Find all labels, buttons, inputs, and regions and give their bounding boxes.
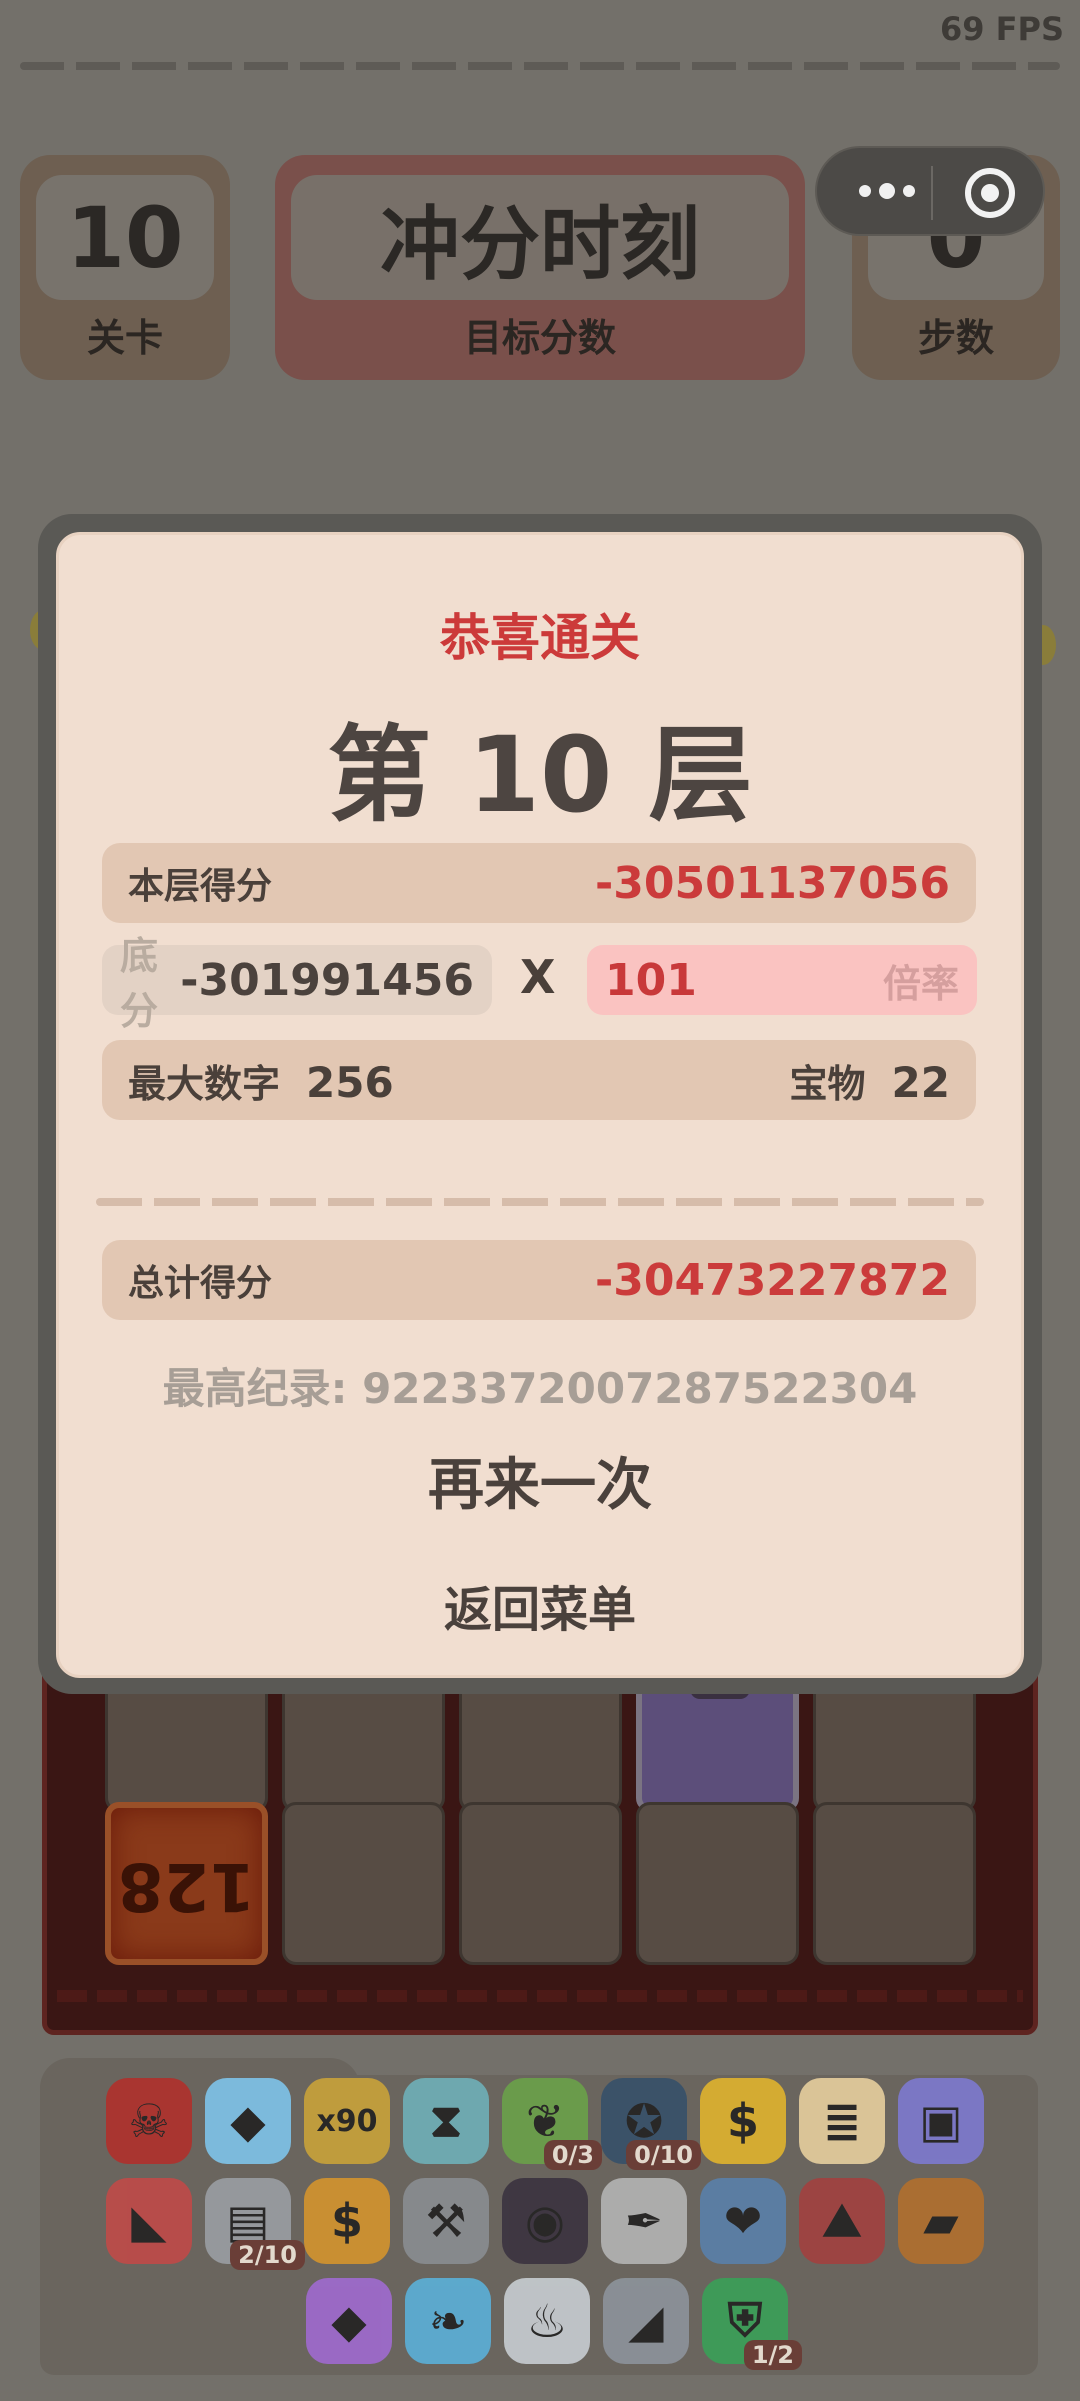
multiplier-label: 倍率 [882,961,959,1006]
max-number-group: 最大数字 256 [128,1053,394,1108]
axe-icon[interactable]: ⚒ [403,2178,489,2264]
ice-cube-icon-glyph: ◆ [230,2094,266,2148]
mountain-shield-icon[interactable]: ⛰ [799,2178,885,2264]
pen-icon[interactable]: ✒ [601,2178,687,2264]
treasure-chest-icon[interactable]: ▣ [898,2078,984,2164]
board-cell[interactable] [636,1802,799,1965]
dialog-divider [96,1198,984,1206]
miniprogram-capsule [815,146,1045,236]
target-score-label: 目标分数 [463,316,616,360]
iron-boot-icon[interactable]: ◢ [603,2278,689,2364]
level-card: 10 关卡 [20,155,230,380]
lens-icon-glyph: ◉ [524,2194,566,2248]
base-score-pill: 底分 -301991456 [102,934,492,1033]
scroll-list-icon[interactable]: ≣ [799,2078,885,2164]
coupon-icon-glyph: $ [330,2194,363,2248]
times-sign: X [520,950,556,1004]
back-to-menu-button[interactable]: 返回菜单 [56,1570,1024,1640]
treasure-chest-icon-glyph: ▣ [919,2094,963,2148]
item-count-badge: 0/3 [543,2140,602,2170]
stats-row: 最大数字 256 宝物 22 [102,1040,976,1120]
demon-skull-icon-glyph: ☠ [128,2094,170,2148]
iron-boot-icon-glyph: ◢ [628,2294,664,2348]
board-cell[interactable] [459,1802,622,1965]
green-shield-icon[interactable]: ⛨ 1/2 [702,2278,802,2370]
game-board: 128 [42,1640,1038,2035]
x90-ticket-icon[interactable]: x90 [304,2078,390,2164]
scroll-list-icon-glyph: ≣ [822,2094,862,2148]
best-record: 最高纪录: 9223372007287522304 [162,1364,918,1413]
machine-icon[interactable]: ▤ 2/10 [205,2178,305,2270]
demon-skull-icon[interactable]: ☠ [106,2078,192,2164]
candle-icon-glyph: ♨ [526,2294,568,2348]
level-heading: 第 10 层 [327,714,753,836]
gold-coin-icon[interactable]: $ [700,2078,786,2164]
target-score-value: 冲分时刻 [291,175,789,300]
mountain-shield-icon-glyph: ⛰ [822,2193,862,2247]
crystal-icon[interactable]: ◆ [306,2278,392,2364]
hourglass-icon[interactable]: ⧗ [403,2078,489,2164]
crystal-icon-glyph: ◆ [331,2294,367,2348]
multiplier-pill: 101 倍率 [587,945,977,1015]
heart-shield-icon-glyph: ❤ [723,2194,763,2248]
chest-icon-glyph: ▰ [923,2194,959,2248]
board-stripe [57,1990,1023,2002]
leaf-icon[interactable]: ❦ 0/3 [502,2078,602,2170]
board-cell[interactable] [813,1802,976,1965]
total-score-label: 总计得分 [128,1263,273,1304]
base-score-label: 底分 [120,934,159,1033]
coupon-icon[interactable]: $ [304,2178,390,2264]
x90-ticket-icon-glyph: x90 [316,2103,378,2139]
treasure-label: 宝物 [789,1061,866,1106]
tile-value: 128 [117,1848,256,1925]
feather-icon-glyph: ❧ [428,2294,468,2348]
multiplier-value: 101 [605,954,697,1006]
item-count-badge: 0/10 [626,2140,701,2170]
fire-tile[interactable]: 128 [105,1802,268,1965]
play-again-button[interactable]: 再来一次 [56,1440,1024,1521]
chest-icon[interactable]: ▰ [898,2178,984,2264]
boot-icon-glyph: ◣ [131,2194,167,2248]
clear-title: 恭喜通关 [440,609,640,667]
target-score-card: 冲分时刻 目标分数 [275,155,805,380]
close-miniprogram-icon[interactable] [965,168,1015,218]
gold-coin-icon-glyph: $ [726,2094,759,2148]
compass-icon[interactable]: ✪ 0/10 [601,2078,701,2170]
level-value: 10 [36,175,214,300]
item-count-badge: 2/10 [230,2240,305,2270]
axe-icon-glyph: ⚒ [425,2194,467,2248]
max-number-label: 最大数字 [128,1061,281,1106]
treasure-value: 22 [891,1057,950,1107]
total-score-value: -30473227872 [594,1254,950,1306]
pen-icon-glyph: ✒ [624,2194,664,2248]
total-score-row: 总计得分 -30473227872 [102,1240,976,1320]
boot-icon[interactable]: ◣ [106,2178,192,2264]
floor-score-value: -30501137056 [594,857,950,909]
hourglass-icon-glyph: ⧗ [429,2093,463,2147]
lens-icon[interactable]: ◉ [502,2178,588,2264]
more-menu-icon[interactable] [847,166,927,216]
capsule-divider [931,166,933,220]
item-count-badge: 1/2 [743,2340,802,2370]
floor-score-row: 本层得分 -30501137056 [102,843,976,923]
max-number-value: 256 [306,1057,394,1107]
board-cell[interactable] [282,1802,445,1965]
fps-counter: 69 FPS [939,10,1064,48]
level-label: 关卡 [86,316,163,360]
candle-icon[interactable]: ♨ [504,2278,590,2364]
floor-score-label: 本层得分 [128,866,273,907]
base-score-value: -301991456 [180,954,474,1006]
steps-label: 步数 [917,316,994,360]
ice-cube-icon[interactable]: ◆ [205,2078,291,2164]
heart-shield-icon[interactable]: ❤ [700,2178,786,2264]
feather-icon[interactable]: ❧ [405,2278,491,2364]
top-divider [20,62,1060,70]
treasure-group: 宝物 22 [790,1053,950,1108]
